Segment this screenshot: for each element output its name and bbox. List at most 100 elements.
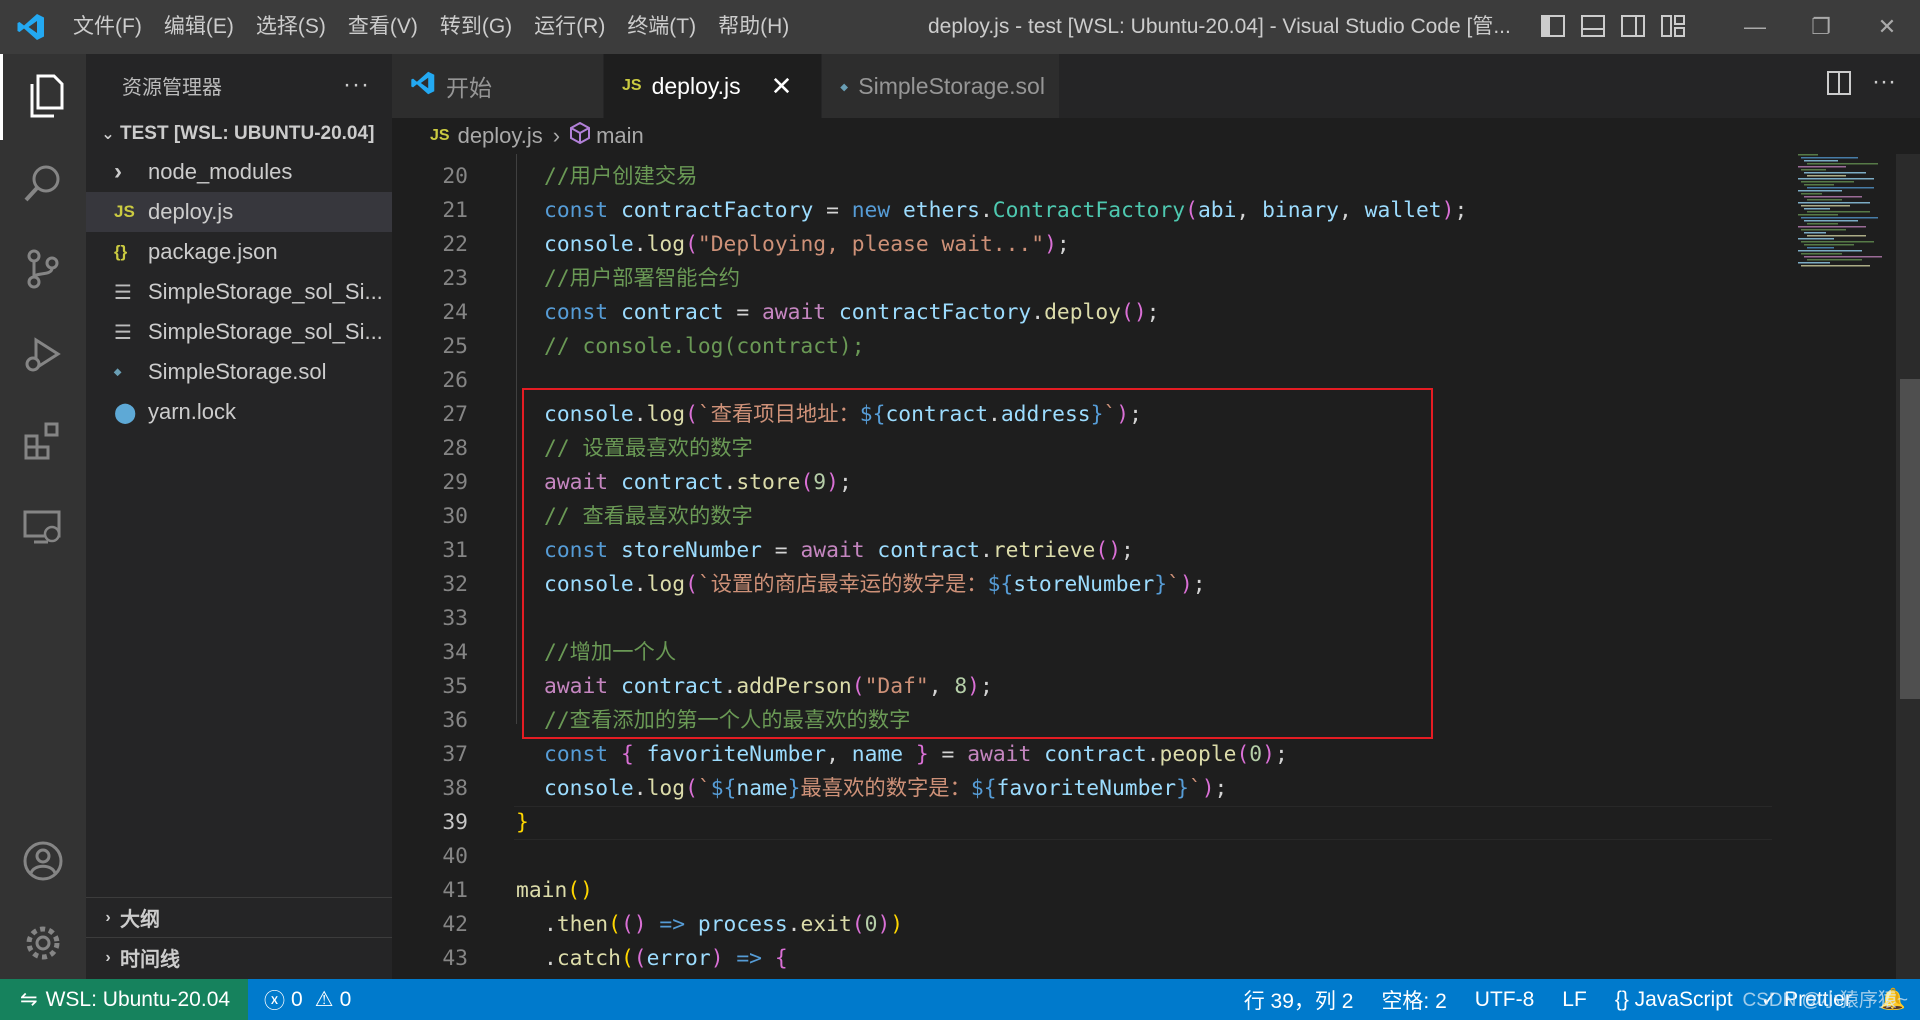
restore-icon[interactable]: ❐ xyxy=(1788,0,1854,54)
file-tree-item[interactable]: ☰ SimpleStorage_sol_Si... xyxy=(86,272,392,312)
code-token: // console.log(contract); xyxy=(544,334,865,359)
source-control-icon[interactable] xyxy=(0,226,86,312)
manage-gear-icon[interactable] xyxy=(0,900,86,986)
toggle-primary-sidebar-icon[interactable] xyxy=(1538,11,1568,41)
remote-icon: ⇋ xyxy=(20,988,38,1011)
timeline-section[interactable]: › 时间线 xyxy=(86,937,392,977)
line-number: 26 xyxy=(442,368,468,393)
code-token: ) xyxy=(710,946,724,971)
chevron-right-icon: › xyxy=(105,948,111,966)
problems-indicator[interactable]: ⓧ 0 ⚠ 0 xyxy=(248,985,351,1015)
code-token: ; xyxy=(1146,300,1160,325)
code-line: 38 console.log(`${name}最喜欢的数字是：${favorite… xyxy=(392,772,1772,806)
code-token: } xyxy=(903,742,929,767)
file-tree-item[interactable]: JS deploy.js xyxy=(86,192,392,232)
file-tree-label: SimpleStorage_sol_Si... xyxy=(148,319,383,344)
file-tree-item[interactable]: ⬤ yarn.lock xyxy=(86,392,392,432)
editor-tab[interactable]: 开始 xyxy=(392,54,604,118)
code-token: . xyxy=(787,912,801,937)
search-icon[interactable] xyxy=(0,140,86,226)
code-token: = xyxy=(928,742,968,767)
indentation[interactable]: 空格: 2 xyxy=(1367,985,1460,1015)
breadcrumb-separator-icon: › xyxy=(552,123,561,148)
code-text: const contractFactory = new ethers.Contr… xyxy=(544,194,1467,228)
explorer-icon[interactable] xyxy=(0,54,86,140)
line-number: 24 xyxy=(442,300,468,325)
run-debug-icon[interactable] xyxy=(0,312,86,398)
remote-explorer-icon[interactable] xyxy=(0,484,86,570)
toggle-secondary-sidebar-icon[interactable] xyxy=(1618,11,1648,41)
close-window-icon[interactable]: ✕ xyxy=(1854,0,1920,54)
language-mode[interactable]: {} JavaScript xyxy=(1601,988,1747,1012)
code-text: const contract = await contractFactory.d… xyxy=(544,296,1160,330)
window-controls: — ❐ ✕ xyxy=(1722,0,1920,54)
code-token: ) xyxy=(1201,776,1215,801)
more-actions-icon[interactable]: ··· xyxy=(1872,70,1896,101)
outline-section[interactable]: › 大纲 xyxy=(86,897,392,937)
file-tree-item[interactable]: ⬩ SimpleStorage.sol xyxy=(86,352,392,392)
menu-item[interactable]: 终端(T) xyxy=(616,9,707,45)
extensions-icon[interactable] xyxy=(0,398,86,484)
tab-label: deploy.js xyxy=(651,72,741,99)
menu-item[interactable]: 查看(V) xyxy=(337,9,429,45)
code-token: const xyxy=(544,742,621,767)
more-actions-icon[interactable]: ··· xyxy=(343,71,370,99)
code-token: then xyxy=(556,912,609,937)
breadcrumb-file[interactable]: deploy.js xyxy=(458,123,543,149)
minimize-icon[interactable]: — xyxy=(1722,0,1788,54)
line-number: 20 xyxy=(442,164,468,189)
close-tab-icon[interactable]: ✕ xyxy=(771,71,793,102)
customize-layout-icon[interactable] xyxy=(1658,11,1688,41)
minimap[interactable] xyxy=(1792,154,1892,304)
code-token: () xyxy=(567,878,593,903)
code-token: deploy xyxy=(1044,300,1122,325)
code-text: const { favoriteNumber, name } = await c… xyxy=(544,738,1288,772)
code-token: 最喜欢的数字是： xyxy=(800,776,971,801)
code-line: 24 const contract = await contractFactory… xyxy=(392,296,1772,330)
window-title: deploy.js - test [WSL: Ubuntu-20.04] - V… xyxy=(928,15,1511,38)
encoding[interactable]: UTF-8 xyxy=(1461,988,1549,1012)
menu-item[interactable]: 选择(S) xyxy=(245,9,337,45)
code-token: contractFactory xyxy=(620,198,814,223)
code-token: name xyxy=(736,776,788,801)
chevron-right-icon: › xyxy=(105,908,111,926)
code-token: ( xyxy=(685,232,698,257)
breadcrumb-symbol[interactable]: main xyxy=(596,123,644,149)
end-of-line[interactable]: LF xyxy=(1548,988,1601,1012)
code-token: main xyxy=(516,878,568,903)
menu-item[interactable]: 转到(G) xyxy=(429,9,523,45)
menu-item[interactable]: 帮助(H) xyxy=(707,9,800,45)
code-text: .then(() => process.exit(0)) xyxy=(544,908,903,942)
code-token: contract xyxy=(620,300,724,325)
file-tree-label: yarn.lock xyxy=(148,399,237,424)
code-token: const xyxy=(544,300,621,325)
scrollbar-thumb[interactable] xyxy=(1900,379,1920,699)
toggle-panel-icon[interactable] xyxy=(1578,11,1608,41)
menu-item[interactable]: 运行(R) xyxy=(523,9,616,45)
code-token: wallet xyxy=(1364,198,1442,223)
code-text: .catch((error) => { xyxy=(544,942,788,976)
editor-tab[interactable]: JS deploy.js ✕ xyxy=(604,54,822,118)
remote-indicator[interactable]: ⇋ WSL: Ubuntu-20.04 xyxy=(0,979,249,1020)
yarn-file-icon: ⬤ xyxy=(114,401,137,424)
tab-label: SimpleStorage.sol xyxy=(858,72,1045,99)
code-token: 0 xyxy=(1249,742,1263,767)
code-token: ) xyxy=(1441,198,1455,223)
accounts-icon[interactable] xyxy=(0,818,86,904)
cursor-position[interactable]: 行 39，列 2 xyxy=(1230,985,1368,1015)
highlight-box xyxy=(522,388,1433,739)
code-token: ( xyxy=(633,946,647,971)
workspace-name: TEST [WSL: UBUNTU-20.04] xyxy=(120,123,375,144)
code-token: , xyxy=(1236,198,1263,223)
file-tree-item[interactable]: › node_modules xyxy=(86,152,392,192)
editor-tab[interactable]: ⬩ SimpleStorage.sol xyxy=(822,54,1060,118)
file-tree-label: SimpleStorage.sol xyxy=(148,359,327,384)
menu-item[interactable]: 编辑(E) xyxy=(153,9,245,45)
code-token: ( xyxy=(851,912,865,937)
split-editor-icon[interactable] xyxy=(1826,70,1852,101)
workspace-folder-header[interactable]: ⌄ TEST [WSL: UBUNTU-20.04] xyxy=(86,116,392,152)
menu-item[interactable]: 文件(F) xyxy=(62,9,153,45)
code-token: await xyxy=(761,300,839,325)
file-tree-item[interactable]: {} package.json xyxy=(86,232,392,272)
file-tree-item[interactable]: ☰ SimpleStorage_sol_Si... xyxy=(86,312,392,352)
